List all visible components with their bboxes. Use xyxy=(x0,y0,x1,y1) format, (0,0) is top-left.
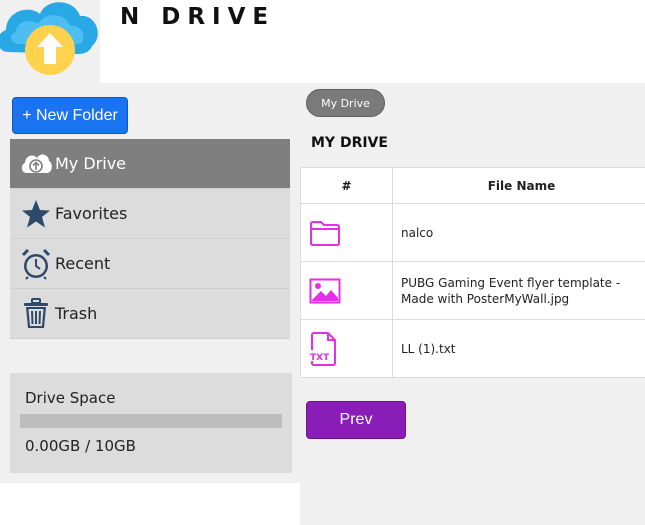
breadcrumb-my-drive[interactable]: My Drive xyxy=(306,89,385,117)
new-folder-button[interactable]: + New Folder xyxy=(12,97,128,134)
cloud-upload-logo-icon xyxy=(0,2,98,75)
sidebar-nav: My Drive Favorites Recent Trash xyxy=(10,139,290,339)
storage-usage-text: 0.00GB / 10GB xyxy=(25,437,136,455)
alarm-clock-icon xyxy=(20,248,52,280)
star-icon xyxy=(20,198,52,230)
app-title: N DRIVE xyxy=(120,4,276,30)
sidebar-item-label: Recent xyxy=(55,254,111,273)
row-icon-cell: TXT xyxy=(300,320,393,377)
sidebar-item-label: My Drive xyxy=(55,154,127,173)
sidebar-item-my-drive[interactable]: My Drive xyxy=(10,139,290,189)
sidebar-item-favorites[interactable]: Favorites xyxy=(10,189,290,239)
page-title: MY DRIVE xyxy=(311,135,388,151)
file-table: # File Name nalco PUBG Gaming Event flye… xyxy=(300,167,645,378)
table-row[interactable]: PUBG Gaming Event flyer template - Made … xyxy=(300,262,645,320)
row-icon-cell xyxy=(300,262,393,319)
storage-progress-bar xyxy=(20,414,282,428)
sidebar-item-trash[interactable]: Trash xyxy=(10,289,290,339)
storage-panel: Drive Space 0.00GB / 10GB xyxy=(10,373,292,473)
logo xyxy=(0,0,100,83)
svg-text:TXT: TXT xyxy=(310,353,330,363)
sidebar-item-recent[interactable]: Recent xyxy=(10,239,290,289)
file-name[interactable]: nalco xyxy=(393,204,645,261)
image-file-icon xyxy=(309,278,341,303)
table-row[interactable]: TXT LL (1).txt xyxy=(300,320,645,378)
table-header: # File Name xyxy=(300,168,645,204)
app-header: N DRIVE xyxy=(0,0,645,83)
row-icon-cell xyxy=(300,204,393,261)
trash-icon xyxy=(20,297,52,330)
table-row[interactable]: nalco xyxy=(300,204,645,262)
column-header-file-name: File Name xyxy=(487,178,556,193)
file-name[interactable]: PUBG Gaming Event flyer template - Made … xyxy=(393,262,645,319)
prev-page-button[interactable]: Prev xyxy=(306,401,406,439)
column-header-index: # xyxy=(300,168,393,203)
sidebar-item-label: Trash xyxy=(55,304,98,323)
file-name[interactable]: LL (1).txt xyxy=(393,320,645,377)
storage-title: Drive Space xyxy=(25,389,116,407)
folder-icon xyxy=(310,220,340,246)
cloud-upload-icon xyxy=(20,148,52,180)
txt-file-icon: TXT xyxy=(309,331,336,366)
sidebar-item-label: Favorites xyxy=(55,204,128,223)
sidebar-footer-spacer xyxy=(0,483,300,525)
